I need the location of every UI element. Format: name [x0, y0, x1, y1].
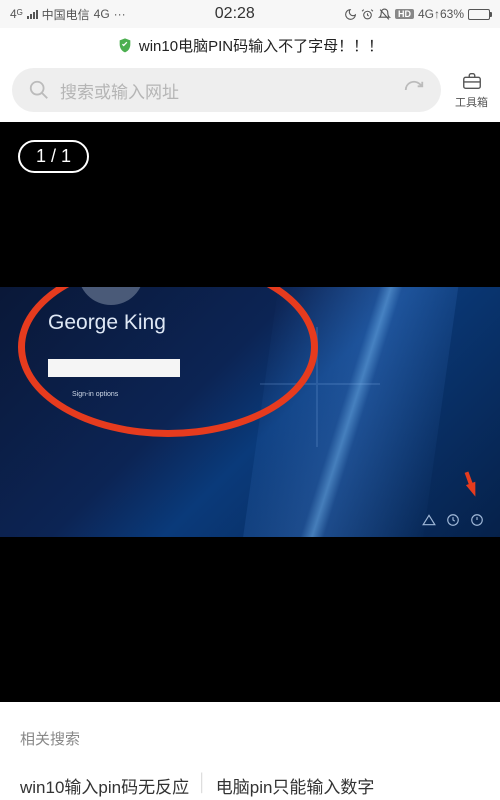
- status-left: 4ᴳ 中国电信 4G ···: [10, 6, 126, 23]
- image-viewer[interactable]: 1 / 1 George King Sign-in options: [0, 122, 500, 702]
- power-icon: [470, 513, 484, 527]
- carrier-label: 中国电信: [42, 6, 90, 23]
- related-link-1[interactable]: win10输入pin码无反应: [20, 773, 189, 798]
- network-label: 4G: [94, 7, 110, 21]
- related-links: win10输入pin码无反应 │ 电脑pin只能输入数字: [0, 759, 500, 798]
- clock: 02:28: [126, 5, 344, 23]
- lockscreen-tray: [422, 513, 484, 527]
- page-title-bar: win10电脑PIN码输入不了字母！！！: [0, 28, 500, 62]
- fourg-label: 4ᴳ: [10, 7, 23, 21]
- page-indicator: 1 / 1: [18, 140, 89, 173]
- page-title: win10电脑PIN码输入不了字母！！！: [139, 35, 383, 56]
- ease-of-access-icon: [446, 513, 460, 527]
- moon-icon: [344, 8, 357, 21]
- toolbox-button[interactable]: 工具箱: [455, 70, 488, 110]
- network-icon: [422, 513, 436, 527]
- toolbox-label: 工具箱: [455, 94, 488, 110]
- hd-badge: HD: [395, 9, 414, 19]
- status-bar: 4ᴳ 中国电信 4G ··· 02:28 HD 4G↑63%: [0, 0, 500, 28]
- toolbox-icon: [460, 70, 484, 92]
- search-placeholder: 搜索或输入网址: [60, 78, 393, 103]
- related-link-2[interactable]: 电脑pin只能输入数字: [216, 773, 375, 798]
- alarm-icon: [361, 8, 374, 21]
- lockscreen-image: George King Sign-in options: [0, 287, 500, 537]
- search-box[interactable]: 搜索或输入网址: [12, 68, 441, 112]
- divider: │: [197, 773, 208, 798]
- network-right: 4G↑63%: [418, 7, 464, 21]
- refresh-icon[interactable]: [403, 79, 425, 101]
- more-dots: ···: [114, 7, 126, 21]
- battery-icon: [468, 9, 490, 20]
- shield-icon: [117, 36, 133, 54]
- status-right: HD 4G↑63%: [344, 7, 490, 21]
- search-icon: [28, 79, 50, 101]
- signal-icon: [27, 9, 38, 19]
- related-heading: 相关搜索: [0, 702, 500, 759]
- search-row: 搜索或输入网址 工具箱: [0, 62, 500, 122]
- mute-icon: [378, 8, 391, 21]
- annotation-arrow: [466, 482, 480, 499]
